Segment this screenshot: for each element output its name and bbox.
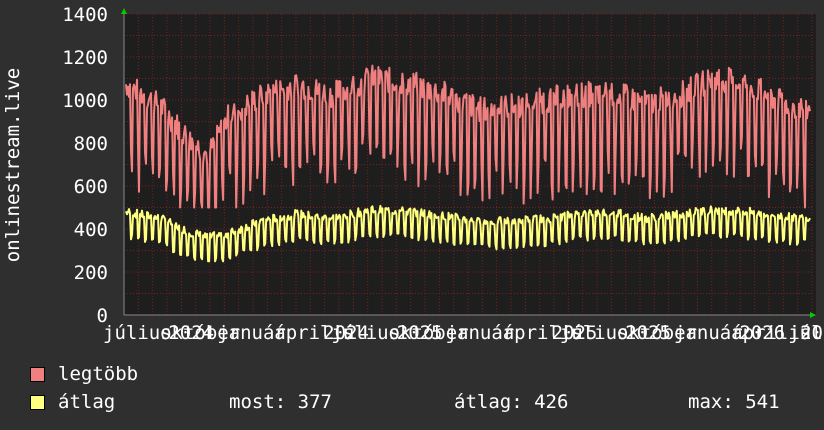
stat-average: átlag: 426 bbox=[454, 391, 569, 413]
legend-swatch-avg bbox=[30, 395, 45, 410]
legend-swatch-max bbox=[30, 367, 45, 382]
y-tick-label: 1200 bbox=[62, 47, 108, 69]
x-tick-label: 20 bbox=[800, 322, 823, 344]
x-tick-labels: júliusoktóber2024 januáráprilis2024július… bbox=[103, 322, 824, 344]
x-tick-label: 2025 bbox=[397, 322, 443, 344]
legend-row-max: legtöbb bbox=[30, 363, 810, 385]
y-axis-arrow-icon bbox=[121, 8, 127, 14]
x-tick-label: 2024 bbox=[168, 322, 214, 344]
legend-label-avg: átlag bbox=[58, 391, 116, 413]
legend-row-avg: átlag most: 377 átlag: 426 max: 541 bbox=[30, 391, 810, 413]
legend-label-max: legtöbb bbox=[58, 363, 139, 385]
line-chart: 0200400600800100012001400 júliusoktóber2… bbox=[2, 4, 824, 344]
y-tick-label: 800 bbox=[74, 133, 108, 155]
y-axis-label: onlinestream.live bbox=[2, 68, 24, 262]
y-tick-label: 1400 bbox=[62, 4, 108, 26]
stat-max: max: 541 bbox=[688, 391, 780, 413]
x-tick-label: 2026 bbox=[739, 322, 785, 344]
y-tick-label: 200 bbox=[74, 262, 108, 284]
y-tick-label: 400 bbox=[74, 219, 108, 241]
x-tick-label: 2025 bbox=[625, 322, 671, 344]
y-tick-labels: 0200400600800100012001400 bbox=[62, 4, 108, 327]
y-tick-label: 600 bbox=[74, 176, 108, 198]
y-tick-label: 1000 bbox=[62, 90, 108, 112]
stat-now: most: 377 bbox=[229, 391, 332, 413]
